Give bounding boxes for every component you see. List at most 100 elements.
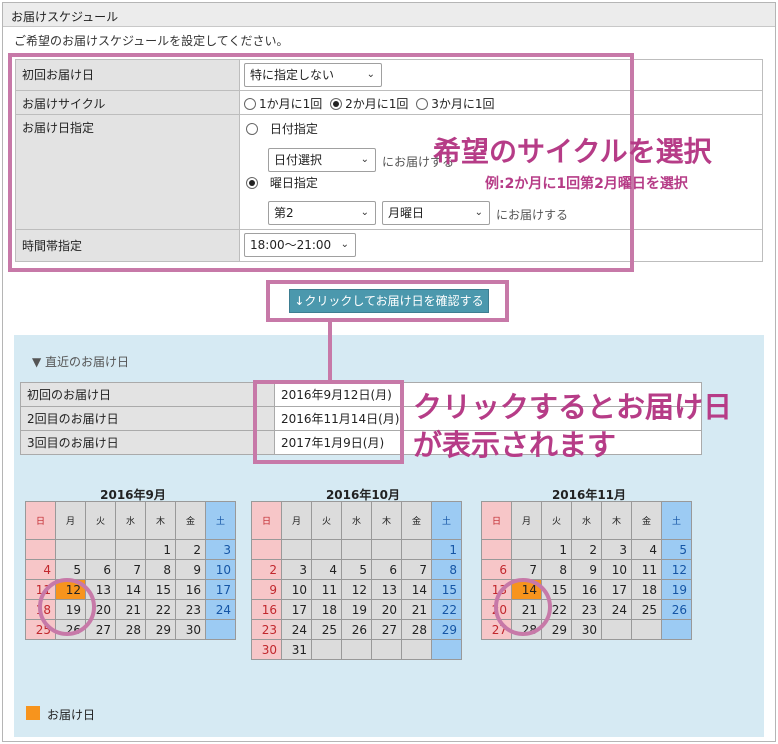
- day-cell: 4: [25, 559, 56, 580]
- day-cell: 5: [661, 539, 692, 560]
- day-cell: 21: [401, 599, 432, 620]
- confirm-delivery-button[interactable]: ↓クリックしてお届け日を確認する: [289, 289, 489, 313]
- day-cell: 15: [431, 579, 462, 600]
- day-cell: 24: [205, 599, 236, 620]
- day-cell: [115, 539, 146, 560]
- day-cell: 11: [631, 559, 662, 580]
- day-cell: 30: [571, 619, 602, 640]
- day-cell: 7: [401, 559, 432, 580]
- day-cell: 2: [571, 539, 602, 560]
- day-cell: 10: [281, 579, 312, 600]
- day-cell: 18: [311, 599, 342, 620]
- day-cell: [511, 539, 542, 560]
- day-cell: 3: [205, 539, 236, 560]
- day-cell: 24: [281, 619, 312, 640]
- weekday-header: 水: [115, 501, 146, 540]
- click-annotation-line2: が表示されます: [413, 428, 617, 462]
- delivery-circle-highlight: [494, 578, 552, 636]
- weekday-header: 金: [175, 501, 206, 540]
- day-cell: 30: [175, 619, 206, 640]
- weekday-header: 金: [631, 501, 662, 540]
- day-cell: 27: [371, 619, 402, 640]
- day-cell: 29: [431, 619, 462, 640]
- day-cell: 1: [431, 539, 462, 560]
- day-cell: 5: [341, 559, 372, 580]
- day-cell: 15: [145, 579, 176, 600]
- day-cell: 11: [311, 579, 342, 600]
- day-cell: 9: [571, 559, 602, 580]
- weekday-header: 金: [401, 501, 432, 540]
- day-cell: [371, 639, 402, 660]
- day-cell: 12: [341, 579, 372, 600]
- day-cell: 18: [631, 579, 662, 600]
- day-cell: 22: [431, 599, 462, 620]
- day-cell: 23: [251, 619, 282, 640]
- instruction-text: ご希望のお届けスケジュールを設定してください。: [14, 34, 289, 48]
- delivery-circle-highlight: [38, 578, 96, 636]
- day-cell: 3: [281, 559, 312, 580]
- day-cell: [401, 639, 432, 660]
- day-cell: 16: [175, 579, 206, 600]
- weekday-header: 日: [481, 501, 512, 540]
- day-cell: [25, 539, 56, 560]
- day-cell: 26: [341, 619, 372, 640]
- day-cell: 9: [175, 559, 206, 580]
- weekday-header: 火: [541, 501, 572, 540]
- day-cell: 10: [601, 559, 632, 580]
- day-cell: [205, 619, 236, 640]
- section-header: お届けスケジュール: [3, 3, 775, 27]
- upcoming-toggle[interactable]: ▼ 直近のお届け日: [32, 353, 129, 370]
- day-cell: 5: [55, 559, 86, 580]
- weekday-header: 木: [601, 501, 632, 540]
- day-cell: 8: [541, 559, 572, 580]
- cycle-annotation-example: 例:2か月に1回第2月曜日を選択: [485, 176, 688, 192]
- day-cell: 6: [85, 559, 116, 580]
- day-cell: 23: [571, 599, 602, 620]
- day-cell: [601, 619, 632, 640]
- day-cell: [661, 619, 692, 640]
- day-cell: 25: [631, 599, 662, 620]
- day-cell: 7: [511, 559, 542, 580]
- day-cell: 19: [341, 599, 372, 620]
- day-cell: [401, 539, 432, 560]
- weekday-header: 木: [371, 501, 402, 540]
- legend-label: お届け日: [47, 708, 96, 722]
- weekday-header: 火: [311, 501, 342, 540]
- day-cell: [481, 539, 512, 560]
- click-annotation-line1: クリックするとお届け日: [413, 390, 733, 424]
- day-cell: 16: [251, 599, 282, 620]
- day-cell: 23: [175, 599, 206, 620]
- day-cell: 6: [371, 559, 402, 580]
- day-cell: 24: [601, 599, 632, 620]
- weekday-header: 日: [251, 501, 282, 540]
- day-cell: 19: [661, 579, 692, 600]
- weekday-header: 土: [661, 501, 692, 540]
- day-cell: [281, 539, 312, 560]
- day-cell: 6: [481, 559, 512, 580]
- day-cell: 17: [281, 599, 312, 620]
- day-cell: [55, 539, 86, 560]
- cycle-annotation-title: 希望のサイクルを選択: [433, 135, 712, 168]
- weekday-header: 月: [511, 501, 542, 540]
- day-cell: 26: [661, 599, 692, 620]
- weekday-header: 水: [341, 501, 372, 540]
- dates-highlight-box: [253, 380, 404, 464]
- day-cell: 29: [145, 619, 176, 640]
- connector-line: [328, 321, 332, 383]
- weekday-header: 月: [281, 501, 312, 540]
- date-row-label: 2回目のお届け日: [20, 406, 275, 431]
- day-cell: 2: [175, 539, 206, 560]
- day-cell: 1: [541, 539, 572, 560]
- day-cell: 4: [631, 539, 662, 560]
- day-cell: 1: [145, 539, 176, 560]
- day-cell: 28: [115, 619, 146, 640]
- day-cell: 4: [311, 559, 342, 580]
- day-cell: 21: [115, 599, 146, 620]
- weekday-header: 木: [145, 501, 176, 540]
- day-cell: 14: [401, 579, 432, 600]
- day-cell: [371, 539, 402, 560]
- day-cell: 31: [281, 639, 312, 660]
- day-cell: [85, 539, 116, 560]
- day-cell: [311, 539, 342, 560]
- weekday-header: 土: [205, 501, 236, 540]
